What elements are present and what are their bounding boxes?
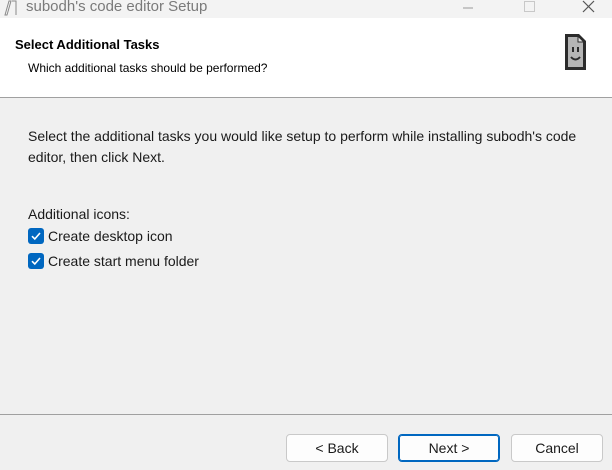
checkbox-checked-icon[interactable] <box>28 253 44 269</box>
title-bar: subodh's code editor Setup <box>0 0 612 18</box>
page-title: Select Additional Tasks <box>15 37 160 52</box>
window-title: subodh's code editor Setup <box>26 0 208 15</box>
checkbox-checked-icon[interactable] <box>28 228 44 244</box>
close-icon[interactable] <box>566 0 612 18</box>
cancel-button[interactable]: Cancel <box>511 434 603 462</box>
setup-wizard-logo-icon <box>565 34 586 70</box>
additional-icons-label: Additional icons: <box>28 206 130 222</box>
maximize-icon[interactable] <box>506 0 552 18</box>
intro-text: Select the additional tasks you would li… <box>28 128 577 165</box>
setup-app-icon <box>4 0 17 16</box>
back-button[interactable]: < Back <box>286 434 388 462</box>
task-start-menu-folder[interactable]: Create start menu folder <box>28 251 199 271</box>
task-desktop-icon[interactable]: Create desktop icon <box>28 226 173 246</box>
wizard-content: Select the additional tasks you would li… <box>0 98 612 414</box>
wizard-header: Select Additional Tasks Which additional… <box>0 18 612 98</box>
next-button[interactable]: Next > <box>398 434 500 462</box>
task-label: Create desktop icon <box>48 228 173 244</box>
task-label: Create start menu folder <box>48 253 199 269</box>
page-subtitle: Which additional tasks should be perform… <box>28 61 268 75</box>
minimize-icon[interactable] <box>445 0 491 18</box>
footer-divider <box>0 414 612 415</box>
